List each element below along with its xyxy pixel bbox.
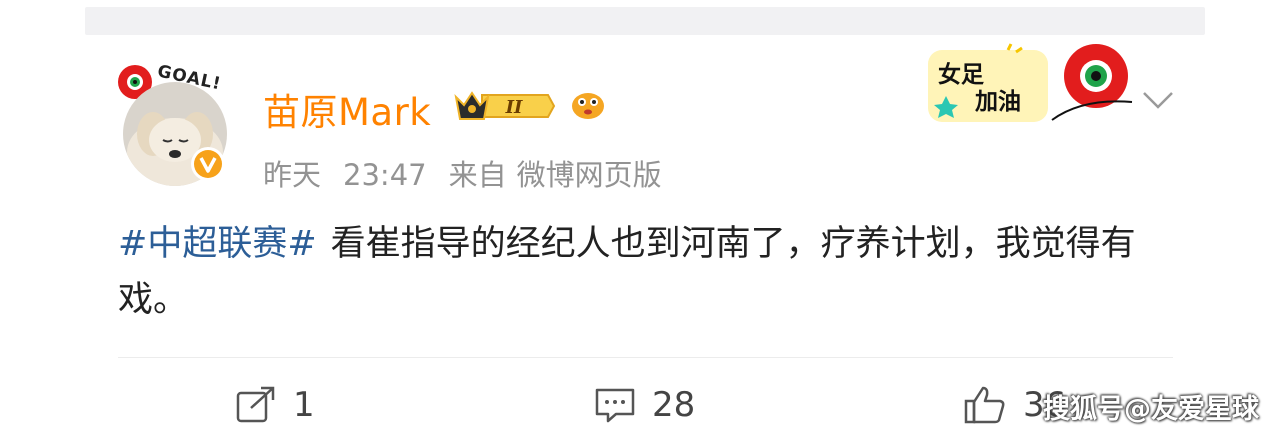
username[interactable]: 苗原Mark <box>263 82 431 136</box>
repost-icon <box>236 386 275 423</box>
comment-button[interactable]: 28 <box>594 385 695 425</box>
sticker-text-line2: 加油 <box>975 89 1021 115</box>
post-source[interactable]: 微博网页版 <box>517 158 662 192</box>
pufferfish-icon[interactable] <box>568 88 608 122</box>
rank-badge-label: II <box>505 97 523 118</box>
post-body: #中超联赛# 看崔指导的经纪人也到河南了，疗养计划，我觉得有戏。 <box>118 216 1138 328</box>
post-meta: 昨天 23:47 来自 微博网页版 <box>263 152 684 194</box>
watermark: 搜狐号@友爱星球 <box>1043 394 1259 425</box>
divider <box>118 357 1173 358</box>
comment-count: 28 <box>652 385 696 425</box>
weibo-post-card: GOAL! 苗原Mark II 昨天 23:47 来自 微博网页版 女足 加油 … <box>0 0 1276 429</box>
repost-button[interactable]: 1 <box>235 385 315 425</box>
crown-rank-badge-icon[interactable]: II <box>452 87 556 125</box>
verified-badge-icon <box>191 147 225 181</box>
post-date: 昨天 <box>263 158 322 192</box>
repost-count: 1 <box>293 385 315 425</box>
thumbs-up-icon <box>964 386 1005 424</box>
source-prefix: 来自 <box>448 158 507 192</box>
comment-icon <box>595 388 635 423</box>
post-time[interactable]: 23:47 <box>343 158 427 192</box>
hashtag-link[interactable]: #中超联赛# <box>118 224 317 264</box>
chevron-down-icon[interactable] <box>1140 88 1176 112</box>
